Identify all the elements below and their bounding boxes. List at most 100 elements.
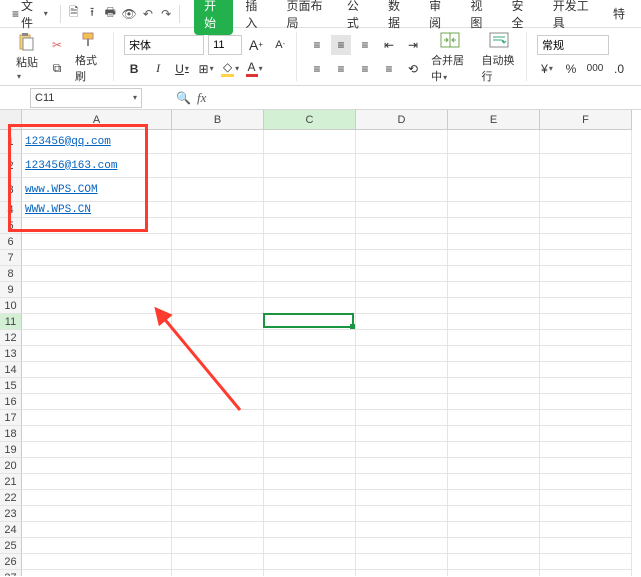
cell-B25[interactable] bbox=[172, 538, 264, 554]
cell-F1[interactable] bbox=[540, 130, 632, 154]
cut-button[interactable]: ✂ bbox=[47, 35, 67, 55]
font-shrink-button[interactable]: A- bbox=[270, 35, 290, 55]
cell-F21[interactable] bbox=[540, 474, 632, 490]
cell-A8[interactable] bbox=[22, 266, 172, 282]
cell-C2[interactable] bbox=[264, 154, 356, 178]
row-header-27[interactable]: 27 bbox=[0, 570, 22, 576]
tab-start[interactable]: 开始 bbox=[194, 0, 233, 35]
cell-C18[interactable] bbox=[264, 426, 356, 442]
row-header-24[interactable]: 24 bbox=[0, 522, 22, 538]
cell-B23[interactable] bbox=[172, 506, 264, 522]
cell-E18[interactable] bbox=[448, 426, 540, 442]
cell-F20[interactable] bbox=[540, 458, 632, 474]
col-header-F[interactable]: F bbox=[540, 110, 632, 130]
cell-F14[interactable] bbox=[540, 362, 632, 378]
underline-button[interactable]: U▾ bbox=[172, 59, 192, 79]
cell-E9[interactable] bbox=[448, 282, 540, 298]
cell-B27[interactable] bbox=[172, 570, 264, 576]
cell-E24[interactable] bbox=[448, 522, 540, 538]
cell-B11[interactable] bbox=[172, 314, 264, 330]
orientation-button[interactable]: ⟲ bbox=[403, 59, 423, 79]
cell-A23[interactable] bbox=[22, 506, 172, 522]
cell-E7[interactable] bbox=[448, 250, 540, 266]
align-bottom-button[interactable]: ≡ bbox=[355, 35, 375, 55]
cell-A11[interactable] bbox=[22, 314, 172, 330]
cell-F27[interactable] bbox=[540, 570, 632, 576]
cell-F3[interactable] bbox=[540, 178, 632, 202]
cell-B19[interactable] bbox=[172, 442, 264, 458]
row-header-4[interactable]: 4 bbox=[0, 202, 22, 218]
cell-E27[interactable] bbox=[448, 570, 540, 576]
cell-F4[interactable] bbox=[540, 202, 632, 218]
cell-B20[interactable] bbox=[172, 458, 264, 474]
row-header-15[interactable]: 15 bbox=[0, 378, 22, 394]
row-header-13[interactable]: 13 bbox=[0, 346, 22, 362]
bold-button[interactable]: B bbox=[124, 59, 144, 79]
cell-D18[interactable] bbox=[356, 426, 448, 442]
cell-B15[interactable] bbox=[172, 378, 264, 394]
row-header-11[interactable]: 11 bbox=[0, 314, 22, 330]
cell-B17[interactable] bbox=[172, 410, 264, 426]
cell-D22[interactable] bbox=[356, 490, 448, 506]
align-top-button[interactable]: ≡ bbox=[307, 35, 327, 55]
cell-C24[interactable] bbox=[264, 522, 356, 538]
tab-data[interactable]: 数据 bbox=[378, 0, 417, 35]
cell-B24[interactable] bbox=[172, 522, 264, 538]
tab-insert[interactable]: 插入 bbox=[235, 0, 274, 35]
cell-B12[interactable] bbox=[172, 330, 264, 346]
number-format-select[interactable] bbox=[537, 35, 609, 55]
name-box[interactable]: C11 ▾ bbox=[30, 88, 142, 108]
cell-A10[interactable] bbox=[22, 298, 172, 314]
cell-A9[interactable] bbox=[22, 282, 172, 298]
currency-button[interactable]: ¥▾ bbox=[537, 59, 557, 79]
redo-icon[interactable]: ↷ bbox=[159, 6, 173, 22]
cell-B2[interactable] bbox=[172, 154, 264, 178]
cell-E21[interactable] bbox=[448, 474, 540, 490]
cell-A27[interactable] bbox=[22, 570, 172, 576]
cell-A13[interactable] bbox=[22, 346, 172, 362]
cell-A12[interactable] bbox=[22, 330, 172, 346]
cell-D6[interactable] bbox=[356, 234, 448, 250]
cell-C20[interactable] bbox=[264, 458, 356, 474]
cell-B5[interactable] bbox=[172, 218, 264, 234]
row-header-5[interactable]: 5 bbox=[0, 218, 22, 234]
cell-F22[interactable] bbox=[540, 490, 632, 506]
font-name-select[interactable] bbox=[124, 35, 204, 55]
cell-D19[interactable] bbox=[356, 442, 448, 458]
cell-B22[interactable] bbox=[172, 490, 264, 506]
row-header-14[interactable]: 14 bbox=[0, 362, 22, 378]
cell-A7[interactable] bbox=[22, 250, 172, 266]
cell-C3[interactable] bbox=[264, 178, 356, 202]
cell-E3[interactable] bbox=[448, 178, 540, 202]
row-header-19[interactable]: 19 bbox=[0, 442, 22, 458]
cell-C22[interactable] bbox=[264, 490, 356, 506]
cell-E23[interactable] bbox=[448, 506, 540, 522]
cell-D27[interactable] bbox=[356, 570, 448, 576]
cell-D20[interactable] bbox=[356, 458, 448, 474]
row-header-1[interactable]: 1 bbox=[0, 130, 22, 154]
cell-B4[interactable] bbox=[172, 202, 264, 218]
tab-formula[interactable]: 公式 bbox=[337, 0, 376, 35]
cell-B26[interactable] bbox=[172, 554, 264, 570]
cell-B21[interactable] bbox=[172, 474, 264, 490]
cell-D24[interactable] bbox=[356, 522, 448, 538]
copy-button[interactable]: ⧉ bbox=[47, 59, 67, 79]
cell-C11[interactable] bbox=[264, 314, 356, 330]
border-button[interactable]: ⊞▾ bbox=[196, 59, 216, 79]
cell-D5[interactable] bbox=[356, 218, 448, 234]
row-header-10[interactable]: 10 bbox=[0, 298, 22, 314]
search-icon[interactable]: 🔍 bbox=[176, 91, 191, 105]
cell-B8[interactable] bbox=[172, 266, 264, 282]
cell-F5[interactable] bbox=[540, 218, 632, 234]
spreadsheet-grid[interactable]: ABCDEF 123456789101112131415161718192021… bbox=[0, 110, 641, 576]
cell-E2[interactable] bbox=[448, 154, 540, 178]
cell-F9[interactable] bbox=[540, 282, 632, 298]
cell-D17[interactable] bbox=[356, 410, 448, 426]
cell-F25[interactable] bbox=[540, 538, 632, 554]
paste-button[interactable]: 粘贴▾ bbox=[12, 28, 43, 86]
cell-E19[interactable] bbox=[448, 442, 540, 458]
cell-E11[interactable] bbox=[448, 314, 540, 330]
align-middle-button[interactable]: ≡ bbox=[331, 35, 351, 55]
cell-C10[interactable] bbox=[264, 298, 356, 314]
font-grow-button[interactable]: A+ bbox=[246, 35, 266, 55]
